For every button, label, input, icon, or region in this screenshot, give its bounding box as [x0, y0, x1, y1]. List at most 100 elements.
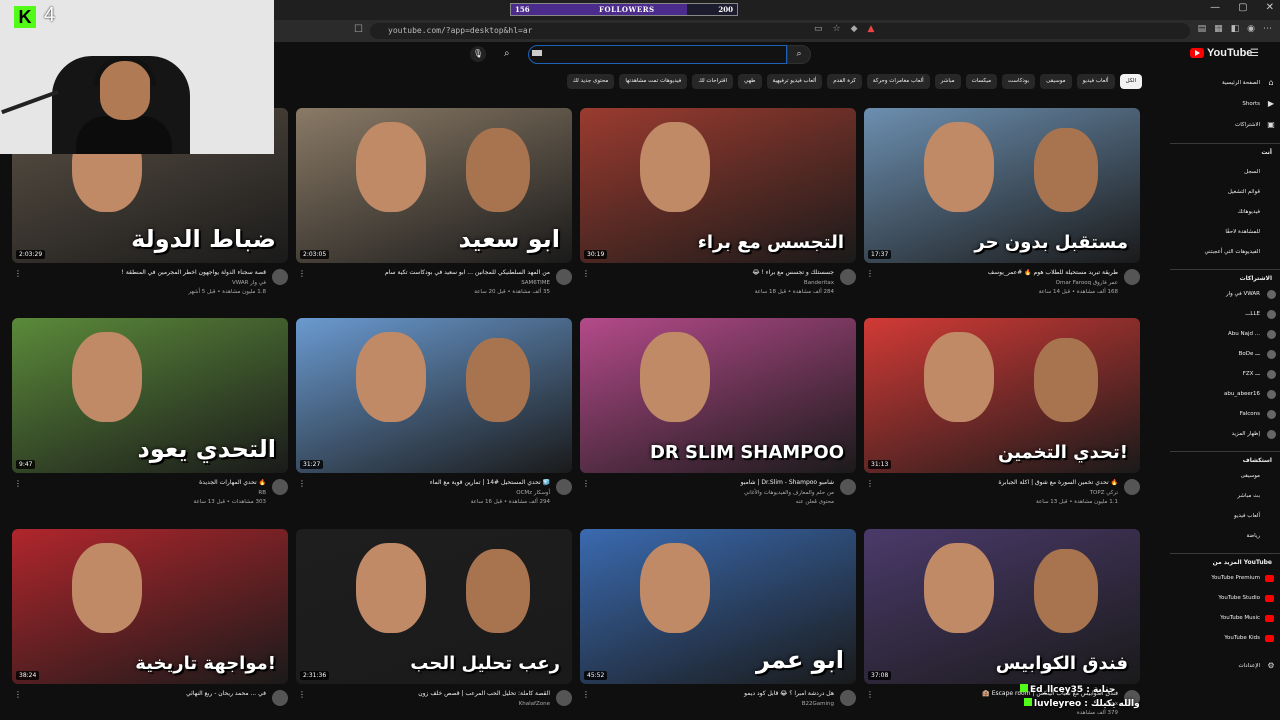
- address-bar[interactable]: youtube.com/?app=desktop&hl=ar: [370, 23, 1190, 39]
- channel-avatar[interactable]: [840, 269, 856, 285]
- channel-avatar[interactable]: [272, 479, 288, 495]
- video-card[interactable]: تحدي التخمين! 31:13 🔥 تحدي تخمين السورة مع…: [864, 318, 1140, 523]
- channel-name[interactable]: في وار VWAR: [232, 280, 266, 286]
- channel-name[interactable]: SAM6TIME: [521, 280, 550, 286]
- sidebar-subscription-item[interactable]: abu_abeer16: [1224, 387, 1260, 401]
- more-options-icon[interactable]: ⋮: [582, 269, 590, 278]
- sidebar-subscription-item[interactable]: في وار VWAR: [1226, 287, 1260, 301]
- channel-name[interactable]: من حلم والمعارف والفيديوهات والأغاني: [744, 490, 834, 496]
- video-card[interactable]: التحدي يعود 9:47 🔥 تحدي المهارات الجديدة RB…: [12, 318, 288, 523]
- close-icon[interactable]: ✕: [1266, 2, 1274, 13]
- more-options-icon[interactable]: ⋮: [14, 269, 22, 278]
- bookmark-star-icon[interactable]: ☆: [833, 24, 841, 34]
- youtube-logo[interactable]: YouTube: [1190, 47, 1252, 59]
- channel-avatar[interactable]: [1124, 479, 1140, 495]
- video-title[interactable]: 🔥 تحدي تخمين السورة مع شوق | آكلة الجباب…: [878, 479, 1118, 486]
- video-thumbnail[interactable]: ابو عمر 45:52: [580, 529, 856, 684]
- search-input[interactable]: [528, 45, 787, 64]
- video-title[interactable]: طريقة تبريد مستحيلة للطلاب هوم 🔥 #عمر_يو…: [878, 269, 1118, 276]
- sidebar-subscription-item[interactable]: FZX ـــ: [1243, 367, 1260, 381]
- video-thumbnail[interactable]: مستقبل بدون حر 17:37: [864, 108, 1140, 263]
- video-card[interactable]: DR SLIM SHAMPOO شامبو Dr.Slim - Shampoo |…: [580, 318, 856, 523]
- collections-icon[interactable]: ◧: [1231, 24, 1240, 34]
- sidebar-item[interactable]: موسيقى: [1241, 469, 1260, 483]
- channel-name[interactable]: RB: [258, 490, 266, 496]
- filter-chip[interactable]: بودكاست: [1002, 74, 1036, 89]
- more-options-icon[interactable]: ⋮: [14, 479, 22, 488]
- sidebar-item[interactable]: بث مباشر: [1237, 489, 1260, 503]
- sidebar-subscription-item[interactable]: إظهار المزيد: [1232, 427, 1260, 441]
- sidebar-item[interactable]: الفيديوهات التي أعجبتني: [1204, 245, 1260, 259]
- bookmark-icon[interactable]: ☐: [354, 24, 363, 35]
- filter-chip[interactable]: طهي: [738, 74, 762, 89]
- minimize-icon[interactable]: —: [1210, 2, 1220, 13]
- filter-chip[interactable]: الكل: [1119, 74, 1142, 89]
- more-options-icon[interactable]: ⋮: [298, 479, 306, 488]
- filter-chip[interactable]: موسيقى: [1040, 74, 1072, 89]
- more-options-icon[interactable]: ⋮: [582, 479, 590, 488]
- sidebar-item[interactable]: ألعاب فيديو: [1234, 509, 1260, 523]
- more-options-icon[interactable]: ⋮: [298, 690, 306, 699]
- sidebar-item[interactable]: YouTube Studio: [1218, 591, 1260, 605]
- profile-icon[interactable]: ◉: [1247, 24, 1255, 34]
- sidebar-item[interactable]: رياضة: [1247, 529, 1260, 543]
- video-card[interactable]: التجسس مع براء 30:19 جسستلك و تجسس مع براء…: [580, 108, 856, 313]
- video-title[interactable]: 🔥 تحدي المهارات الجديدة: [26, 479, 266, 486]
- more-options-icon[interactable]: ⋮: [582, 690, 590, 699]
- filter-chip[interactable]: فيديوهات تمت مشاهدتها: [619, 74, 688, 89]
- channel-avatar[interactable]: [556, 269, 572, 285]
- channel-name[interactable]: KhalafZone: [519, 701, 550, 707]
- channel-avatar[interactable]: [840, 479, 856, 495]
- video-title[interactable]: جسستلك و تجسس مع براء ! 😂: [594, 269, 834, 276]
- sidebar-item[interactable]: فيديوهاتك: [1238, 205, 1260, 219]
- channel-avatar[interactable]: [840, 690, 856, 706]
- sidebar-section-you[interactable]: أنت: [1261, 149, 1272, 156]
- sidebar-subscription-item[interactable]: Falcons: [1240, 407, 1260, 421]
- shorts-icon[interactable]: ▶: [1266, 97, 1276, 111]
- video-thumbnail[interactable]: فندق الكوابيس 37:08: [864, 529, 1140, 684]
- video-title[interactable]: من المهد السلطنيكي للمجانين ... ابو سعيد…: [310, 269, 550, 276]
- video-title[interactable]: هل دردشة امبرا ؟ 😂 قابل كود ديمو: [594, 690, 834, 697]
- home-icon[interactable]: ⌂: [1266, 76, 1276, 90]
- sidebar-toggle-icon[interactable]: ▤: [1198, 24, 1207, 34]
- shield-icon[interactable]: ▲: [868, 24, 875, 34]
- channel-avatar[interactable]: [272, 690, 288, 706]
- video-title[interactable]: القصة كاملة: تحليل الحب المرعب | قصص خلف…: [310, 690, 550, 697]
- video-card[interactable]: ابو عمر 45:52 هل دردشة امبرا ؟ 😂 قابل كود …: [580, 529, 856, 720]
- channel-avatar[interactable]: [556, 479, 572, 495]
- video-title[interactable]: 🧊 تحدي المستحيل #14 | تمارين قوية مع الم…: [310, 479, 550, 486]
- more-options-icon[interactable]: ⋮: [14, 690, 22, 699]
- sidebar-item[interactable]: الصفحة الرئيسية: [1222, 76, 1260, 90]
- sidebar-item[interactable]: YouTube Premium: [1211, 571, 1260, 585]
- search-icon[interactable]: ⌕: [504, 48, 510, 59]
- extension-icon[interactable]: ◆: [851, 24, 858, 34]
- search-button[interactable]: ⌕: [787, 45, 811, 64]
- keyboard-icon[interactable]: [532, 50, 542, 56]
- filter-chip[interactable]: ألعاب مغامرات وحركة: [866, 74, 930, 89]
- filter-chip[interactable]: اقتراحات لك: [692, 74, 734, 89]
- more-options-icon[interactable]: ⋮: [866, 269, 874, 278]
- sidebar-subscription-item[interactable]: Abu Najd ...: [1228, 327, 1260, 341]
- channel-name[interactable]: أوسكار OCMz: [516, 490, 550, 496]
- channel-name[interactable]: تركي TOPZ: [1090, 490, 1118, 496]
- channel-name[interactable]: B22Gaming: [802, 701, 834, 707]
- filter-chip[interactable]: ميكسات: [965, 74, 998, 89]
- channel-avatar[interactable]: [556, 690, 572, 706]
- sidebar-item[interactable]: YouTube Music: [1220, 611, 1260, 625]
- video-thumbnail[interactable]: التحدي يعود 9:47: [12, 318, 288, 473]
- video-title[interactable]: شامبو Dr.Slim - Shampoo | شامبو: [594, 479, 834, 486]
- video-thumbnail[interactable]: ابو سعيد 2:03:05: [296, 108, 572, 263]
- sidebar-item[interactable]: السجل: [1244, 165, 1260, 179]
- video-thumbnail[interactable]: DR SLIM SHAMPOO: [580, 318, 856, 473]
- sidebar-item[interactable]: Shorts: [1242, 97, 1260, 111]
- channel-name[interactable]: عمر فاروق Omar Farooq: [1056, 280, 1118, 286]
- more-options-icon[interactable]: ⋮: [298, 269, 306, 278]
- channel-name[interactable]: Banderitax: [804, 280, 834, 286]
- filter-chip[interactable]: مباشر: [934, 74, 961, 89]
- menu-dots-icon[interactable]: ⋯: [1263, 24, 1272, 34]
- sidebar-item[interactable]: YouTube Kids: [1224, 631, 1260, 645]
- video-thumbnail[interactable]: تحدي التخمين! 31:13: [864, 318, 1140, 473]
- video-thumbnail[interactable]: 31:27: [296, 318, 572, 473]
- sidebar-subscription-item[interactable]: ـــLLE: [1246, 307, 1260, 321]
- video-thumbnail[interactable]: التجسس مع براء 30:19: [580, 108, 856, 263]
